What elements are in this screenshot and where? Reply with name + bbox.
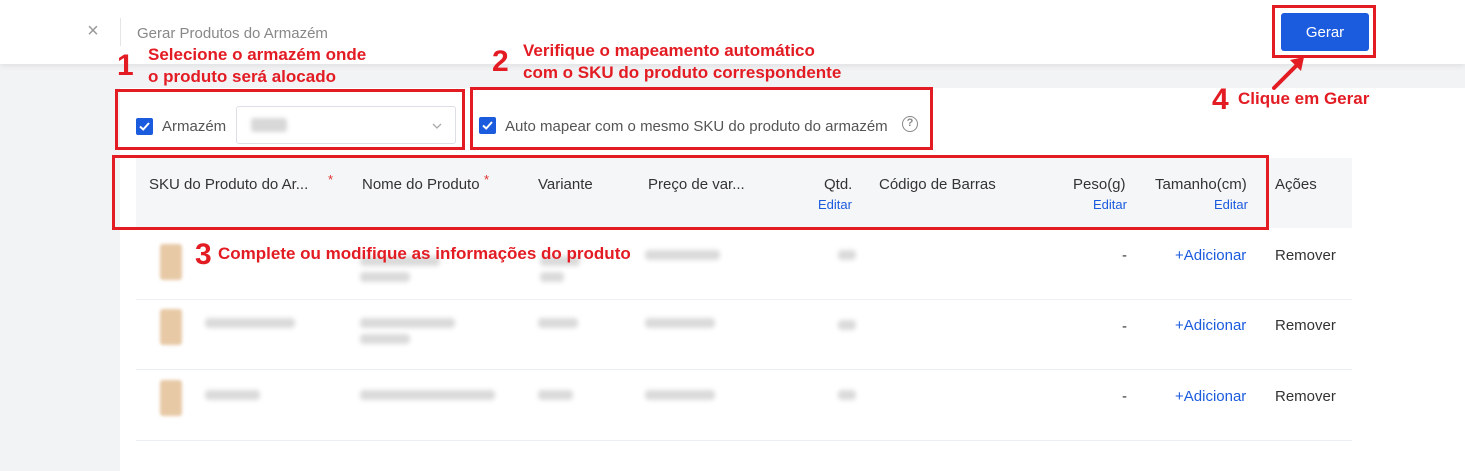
blurred-text xyxy=(645,390,715,400)
blurred-text xyxy=(205,318,295,328)
product-thumbnail xyxy=(160,309,182,345)
annotation-text-4: Clique em Gerar xyxy=(1238,89,1370,108)
weight-value: - xyxy=(1122,388,1127,405)
blurred-text xyxy=(360,318,455,328)
product-thumbnail xyxy=(160,244,182,280)
annotation-number-4: 4 xyxy=(1212,83,1229,116)
remove-button[interactable]: Remover xyxy=(1275,388,1336,405)
blurred-text xyxy=(838,250,856,260)
row-divider xyxy=(136,299,1352,300)
annotation-number-1: 1 xyxy=(117,49,134,82)
weight-value: - xyxy=(1122,318,1127,335)
annotation-box-2 xyxy=(470,87,933,150)
page-title: Gerar Produtos do Armazém xyxy=(137,25,328,42)
annotation-box-4 xyxy=(1272,5,1376,58)
annotation-number-2: 2 xyxy=(492,45,509,78)
annotation-number-3: 3 xyxy=(195,238,212,271)
blurred-text xyxy=(538,390,573,400)
row-divider xyxy=(136,440,1352,441)
arrow-icon xyxy=(1272,57,1304,90)
add-size-link[interactable]: +Adicionar xyxy=(1175,388,1246,405)
product-thumbnail xyxy=(160,380,182,416)
annotation-text-3: Complete ou modifique as informações do … xyxy=(218,244,631,263)
remove-button[interactable]: Remover xyxy=(1275,247,1336,264)
blurred-text xyxy=(360,390,495,400)
blurred-text xyxy=(538,318,578,328)
blurred-text xyxy=(838,320,856,330)
close-icon[interactable]: × xyxy=(84,21,102,41)
blurred-text xyxy=(645,318,715,328)
annotation-text-1b: o produto será alocado xyxy=(148,67,336,86)
header-divider xyxy=(120,18,121,46)
annotation-text-2b: com o SKU do produto correspondente xyxy=(523,63,842,82)
blurred-text xyxy=(838,390,856,400)
annotation-text-1a: Selecione o armazém onde xyxy=(148,45,367,64)
blurred-text xyxy=(360,334,410,344)
add-size-link[interactable]: +Adicionar xyxy=(1175,317,1246,334)
blurred-text xyxy=(205,390,260,400)
col-actions: Ações xyxy=(1275,176,1317,193)
blurred-text xyxy=(540,272,564,282)
weight-value: - xyxy=(1122,247,1127,264)
remove-button[interactable]: Remover xyxy=(1275,317,1336,334)
blurred-text xyxy=(360,272,410,282)
add-size-link[interactable]: +Adicionar xyxy=(1175,247,1246,264)
annotation-text-2a: Verifique o mapeamento automático xyxy=(523,41,815,60)
annotation-box-3 xyxy=(112,155,1269,230)
annotation-box-1 xyxy=(115,89,465,150)
blurred-text xyxy=(645,250,720,260)
row-divider xyxy=(136,369,1352,370)
